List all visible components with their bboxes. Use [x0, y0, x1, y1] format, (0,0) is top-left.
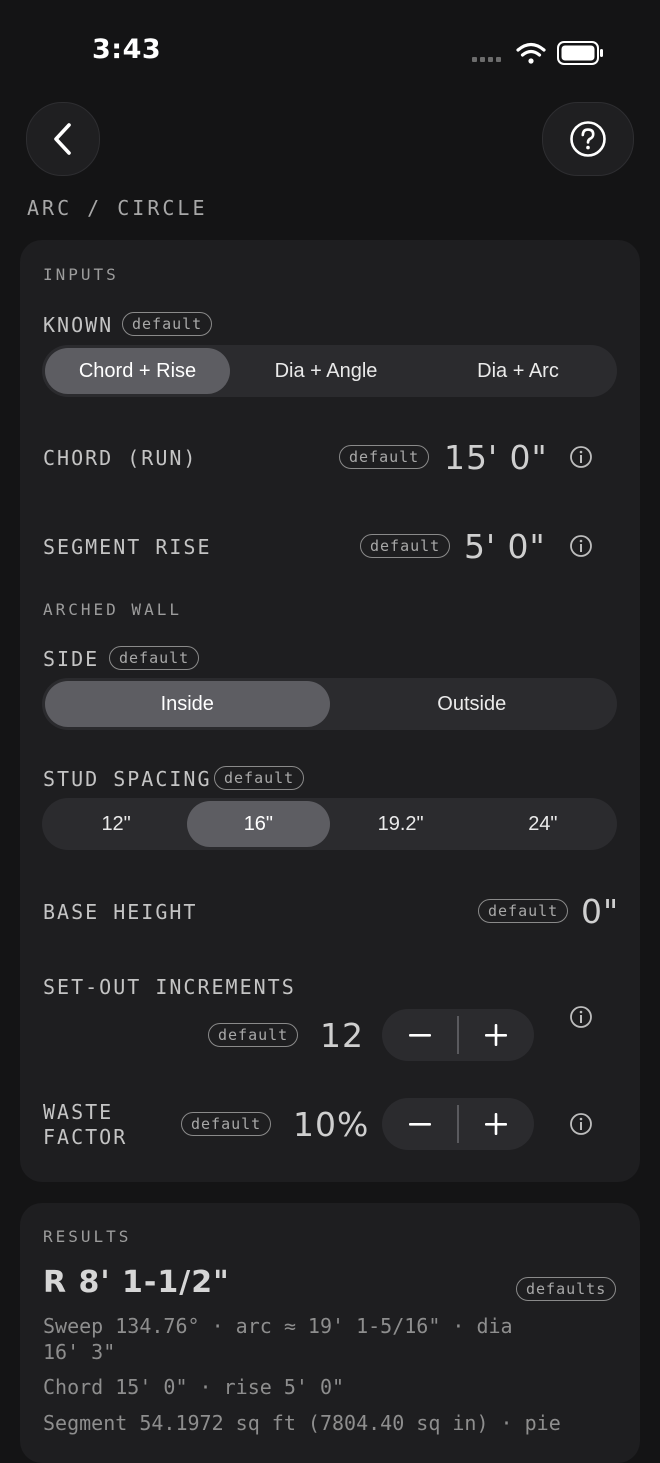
chord-label: CHORD (RUN) — [43, 446, 198, 470]
stud-option-16[interactable]: 16" — [187, 801, 330, 847]
side-label: SIDE — [43, 647, 100, 671]
waste-stepper — [382, 1098, 534, 1150]
stud-option-12[interactable]: 12" — [45, 801, 187, 847]
inputs-section-label: INPUTS — [43, 265, 119, 284]
stud-spacing-default-chip: default — [214, 766, 305, 790]
stud-option-19-2[interactable]: 19.2" — [330, 801, 472, 847]
setout-default-chip: default — [208, 1023, 299, 1047]
chord-value[interactable]: 15' 0" — [444, 438, 548, 477]
status-icons — [472, 41, 603, 65]
back-button[interactable] — [26, 102, 100, 176]
minus-icon — [408, 1034, 431, 1037]
side-option-outside[interactable]: Outside — [330, 681, 615, 727]
setout-label: SET-OUT INCREMENTS — [43, 975, 296, 999]
setout-increment-button[interactable] — [459, 1009, 534, 1061]
plus-icon — [485, 1113, 508, 1135]
help-button[interactable] — [542, 102, 634, 176]
known-segmented-control: Chord + Rise Dia + Angle Dia + Arc — [42, 345, 617, 397]
waste-label: WASTE FACTOR — [43, 1100, 128, 1149]
rise-label: SEGMENT RISE — [43, 535, 212, 559]
setout-value[interactable]: 12 — [320, 1016, 364, 1055]
breadcrumb: ARC / CIRCLE — [27, 196, 208, 220]
waste-info-icon[interactable] — [569, 1112, 593, 1136]
known-option-dia-angle[interactable]: Dia + Angle — [230, 348, 422, 394]
question-circle-icon — [570, 121, 606, 157]
side-option-inside[interactable]: Inside — [45, 681, 330, 727]
results-card: RESULTS R 8' 1-1/2" defaults Sweep 134.7… — [20, 1203, 640, 1463]
result-chord-line: Chord 15' 0" · rise 5' 0" — [43, 1375, 345, 1399]
waste-increment-button[interactable] — [459, 1098, 534, 1150]
wifi-icon — [516, 42, 546, 64]
stud-spacing-label: STUD SPACING — [43, 767, 212, 791]
chord-default-chip: default — [339, 445, 430, 469]
result-segment-line: Segment 54.1972 sq ft (7804.40 sq in) · … — [43, 1411, 561, 1435]
waste-default-chip: default — [181, 1112, 272, 1136]
base-height-value[interactable]: 0" — [581, 892, 619, 931]
known-option-dia-arc[interactable]: Dia + Arc — [422, 348, 614, 394]
cellular-signal-icon — [472, 57, 501, 62]
setout-decrement-button[interactable] — [382, 1009, 457, 1061]
known-option-chord-rise[interactable]: Chord + Rise — [45, 348, 230, 394]
base-height-default-chip: default — [478, 899, 569, 923]
minus-icon — [408, 1123, 431, 1126]
rise-default-chip: default — [360, 534, 451, 558]
battery-icon — [557, 41, 603, 65]
setout-info-icon[interactable] — [569, 1005, 593, 1029]
results-defaults-chip: defaults — [516, 1277, 617, 1301]
side-default-chip: default — [109, 646, 200, 670]
chevron-left-icon — [54, 123, 71, 155]
rise-info-icon[interactable] — [569, 534, 593, 558]
stud-option-24[interactable]: 24" — [472, 801, 614, 847]
result-sweep-line: Sweep 134.76° · arc ≈ 19' 1-5/16" · dia … — [43, 1314, 513, 1364]
setout-stepper — [382, 1009, 534, 1061]
waste-decrement-button[interactable] — [382, 1098, 457, 1150]
chord-info-icon[interactable] — [569, 445, 593, 469]
status-time: 3:43 — [92, 34, 162, 65]
known-default-chip: default — [122, 312, 213, 336]
results-section-label: RESULTS — [43, 1227, 132, 1246]
arched-wall-section-label: ARCHED WALL — [43, 600, 182, 619]
side-segmented-control: Inside Outside — [42, 678, 617, 730]
plus-icon — [485, 1024, 508, 1046]
base-height-label: BASE HEIGHT — [43, 900, 198, 924]
waste-value[interactable]: 10% — [293, 1105, 369, 1144]
result-radius: R 8' 1-1/2" — [43, 1265, 230, 1300]
inputs-card: INPUTS KNOWN default Chord + Rise Dia + … — [20, 240, 640, 1182]
rise-value[interactable]: 5' 0" — [464, 527, 546, 566]
stud-spacing-segmented-control: 12" 16" 19.2" 24" — [42, 798, 617, 850]
known-label: KNOWN — [43, 313, 114, 337]
